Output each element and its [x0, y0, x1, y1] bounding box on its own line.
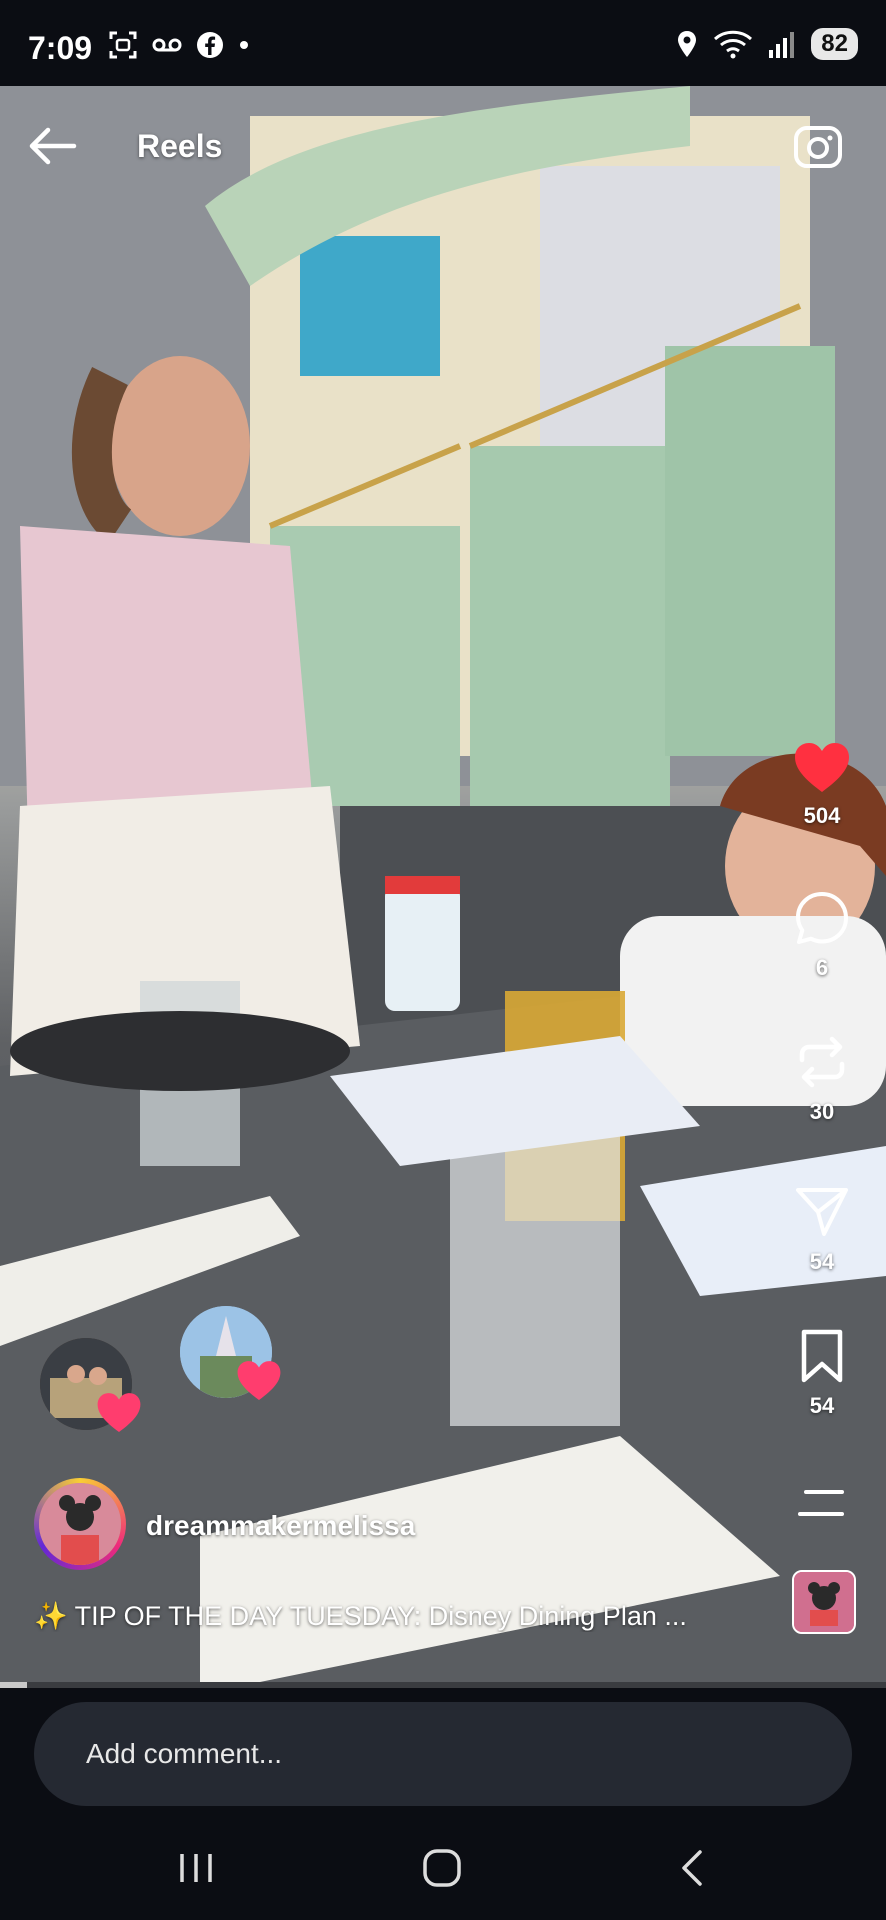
save-count: 54: [809, 1393, 835, 1418]
battery-icon: 82: [811, 28, 858, 60]
comment-count: 6: [815, 955, 829, 980]
comment-input[interactable]: Add comment...: [34, 1702, 852, 1806]
page-title: Reels: [137, 128, 223, 164]
repost-icon: [799, 1036, 845, 1088]
status-bar: 7:09 82: [0, 0, 886, 86]
menu-icon: [798, 1490, 844, 1516]
audio-cover-image: [794, 1572, 854, 1632]
comment-button[interactable]: 6: [790, 890, 854, 981]
avatar: [39, 1483, 121, 1565]
audio-thumbnail[interactable]: [792, 1570, 856, 1634]
heart-reaction-icon: [97, 1393, 141, 1433]
status-icons-left: [108, 30, 250, 60]
heart-reaction-icon: [237, 1361, 281, 1401]
comment-icon: [796, 892, 848, 944]
post-caption[interactable]: ✨ TIP OF THE DAY TUESDAY: Disney Dining …: [34, 1600, 764, 1632]
back-button[interactable]: [24, 122, 80, 170]
comment-placeholder: Add comment...: [86, 1738, 283, 1769]
home-icon[interactable]: [422, 1848, 462, 1888]
repost-button[interactable]: 30: [790, 1034, 854, 1125]
system-nav-bar: [0, 1820, 886, 1920]
status-icons-right: 82: [675, 28, 858, 60]
signal-icon: [769, 32, 795, 58]
avatar-image: [39, 1483, 121, 1565]
voicemail-icon: [152, 38, 182, 52]
save-button[interactable]: 54: [790, 1328, 854, 1419]
more-button[interactable]: [790, 1488, 854, 1525]
like-count: 504: [803, 803, 841, 828]
author-avatar[interactable]: [34, 1478, 126, 1570]
location-icon: [678, 31, 697, 57]
repost-count: 30: [809, 1099, 835, 1124]
share-button[interactable]: 54: [790, 1184, 854, 1275]
camera-button[interactable]: [790, 118, 846, 174]
like-button[interactable]: 504: [790, 742, 854, 829]
send-icon: [796, 1188, 848, 1236]
wifi-icon: [714, 30, 753, 59]
back-icon[interactable]: [672, 1848, 712, 1888]
heart-icon: [795, 743, 849, 792]
camera-icon: [794, 126, 842, 168]
dot-icon: [240, 41, 248, 49]
reel-video[interactable]: [0, 86, 886, 1682]
facebook-icon: [197, 32, 223, 58]
bookmark-icon: [801, 1329, 843, 1383]
share-count: 54: [809, 1249, 835, 1274]
screenshot-icon: [109, 31, 137, 59]
arrow-left-icon: [29, 127, 77, 165]
status-time: 7:09: [28, 30, 93, 66]
video-frame-image: [0, 86, 886, 1682]
author-username[interactable]: dreammakermelissa: [146, 1510, 415, 1542]
recents-icon[interactable]: [176, 1848, 216, 1888]
